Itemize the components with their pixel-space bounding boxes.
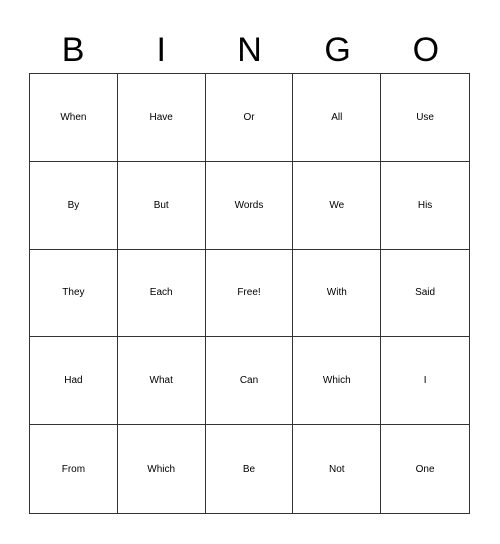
bingo-cell[interactable]: Or — [205, 74, 294, 162]
header-letter-g: G — [324, 31, 351, 69]
bingo-cell[interactable]: I — [381, 337, 469, 426]
bingo-cell[interactable]: Can — [205, 337, 294, 426]
bingo-cell[interactable]: Not — [293, 425, 382, 513]
free-space-cell[interactable]: Free! — [205, 249, 294, 338]
bingo-cell[interactable]: They — [30, 249, 118, 338]
bingo-cell[interactable]: We — [293, 161, 382, 250]
bingo-cell[interactable]: Said — [381, 250, 469, 338]
header-letter-n: N — [237, 31, 262, 69]
bingo-cell[interactable]: Be — [206, 425, 294, 513]
bingo-cell[interactable]: From — [30, 425, 118, 513]
bingo-cell[interactable]: Words — [205, 161, 294, 250]
bingo-cell[interactable]: All — [293, 74, 382, 162]
bingo-cell[interactable]: His — [381, 162, 469, 250]
bingo-cell[interactable]: One — [381, 425, 469, 513]
bingo-cell[interactable]: Which — [118, 425, 206, 513]
bingo-cell[interactable]: When — [30, 74, 118, 162]
bingo-cell[interactable]: Each — [117, 249, 206, 338]
bingo-cell[interactable]: Which — [293, 337, 382, 426]
bingo-cell[interactable]: By — [30, 161, 118, 250]
header-letter-b: B — [61, 31, 85, 69]
header-letter-i: I — [156, 31, 166, 69]
bingo-cell[interactable]: What — [117, 337, 206, 426]
bingo-cell[interactable]: With — [293, 249, 382, 338]
bingo-cell[interactable]: Have — [117, 74, 206, 162]
header-letter-o: O — [412, 31, 440, 69]
bingo-header: B I N G O — [29, 28, 470, 72]
bingo-cell[interactable]: But — [117, 161, 206, 250]
bingo-cell[interactable]: Use — [381, 74, 469, 162]
bingo-grid: When Have Or All Use By But Words We His… — [29, 73, 470, 514]
bingo-cell[interactable]: Had — [30, 337, 118, 426]
